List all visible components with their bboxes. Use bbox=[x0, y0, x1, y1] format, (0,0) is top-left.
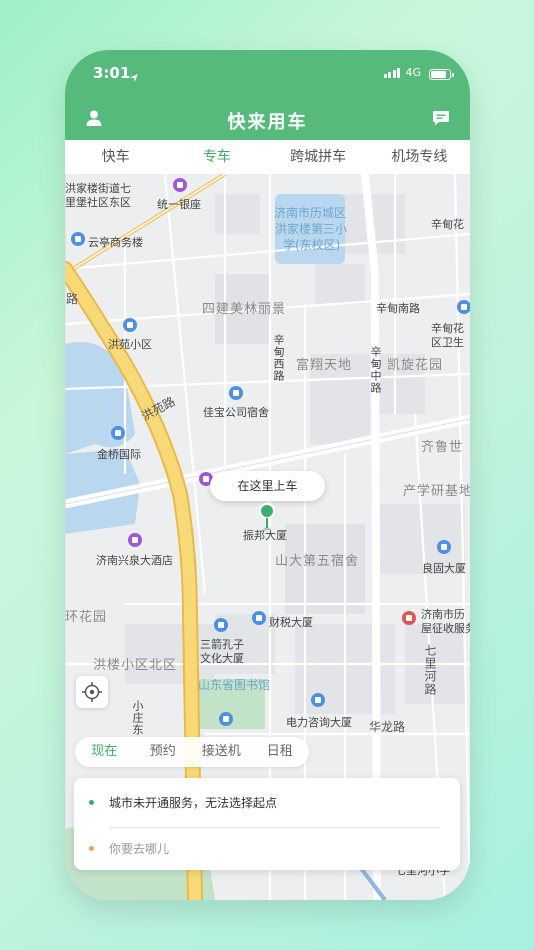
locate-icon bbox=[81, 681, 103, 703]
map-label: 济南兴泉大酒店 bbox=[96, 554, 173, 567]
poi-marker[interactable] bbox=[311, 693, 325, 707]
map-label: 电力咨询大厦 bbox=[286, 716, 352, 729]
map-label: 齐鲁世 bbox=[421, 440, 464, 455]
map-label: 财税大厦 bbox=[269, 616, 313, 629]
map-label: 辛甸南路 bbox=[376, 302, 420, 315]
map-label: 文化大厦 bbox=[200, 652, 244, 665]
phone-frame: 3:01 4G 快来用车 快车 专车 跨城拼车 机场专线 洪家楼街道七 里堡社区… bbox=[65, 50, 470, 900]
map-label: 学(东校区) bbox=[283, 238, 341, 252]
map-label: 洪楼小区北区 bbox=[93, 658, 178, 673]
tab-express[interactable]: 快车 bbox=[65, 140, 166, 174]
poi-marker[interactable] bbox=[214, 618, 228, 632]
map-label: 辛甸花 bbox=[431, 218, 464, 231]
status-time: 3:01 bbox=[93, 64, 131, 82]
poi-marker[interactable] bbox=[219, 712, 233, 726]
poi-marker[interactable] bbox=[457, 300, 470, 314]
map-label: 统一银座 bbox=[157, 198, 201, 211]
network-type: 4G bbox=[405, 66, 421, 79]
map-label: 里堡社区东区 bbox=[65, 196, 131, 209]
map-label: 凯旋花园 bbox=[387, 358, 444, 373]
map-label: 佳宝公司宿舍 bbox=[203, 406, 269, 419]
poi-marker[interactable] bbox=[229, 386, 243, 400]
map-label: 良固大厦 bbox=[422, 562, 466, 575]
map-label: 路 bbox=[66, 292, 79, 306]
map-label: 济南市历城区 bbox=[274, 206, 347, 220]
poi-marker[interactable] bbox=[71, 232, 85, 246]
tab-airport[interactable]: 机场专线 bbox=[369, 140, 470, 174]
destination-dot bbox=[89, 846, 94, 851]
poi-marker[interactable] bbox=[402, 611, 416, 625]
map-label: 洪家楼第三小 bbox=[275, 222, 348, 236]
mode-tab-daily-rental[interactable]: 日租 bbox=[251, 737, 310, 767]
map-label: 七里河路 bbox=[423, 644, 437, 696]
map-label: 屋征收服务 bbox=[421, 622, 470, 635]
mode-tab-now[interactable]: 现在 bbox=[75, 737, 134, 767]
mode-tab-reserve[interactable]: 预约 bbox=[134, 737, 193, 767]
origin-row[interactable]: 城市未开通服务，无法选择起点 bbox=[74, 780, 460, 826]
tab-intercity-carpool[interactable]: 跨城拼车 bbox=[268, 140, 369, 174]
poi-marker[interactable] bbox=[111, 426, 125, 440]
message-icon[interactable] bbox=[432, 110, 450, 131]
map-label: 辛甸中路 bbox=[369, 346, 382, 394]
service-tabs: 快车 专车 跨城拼车 机场专线 bbox=[65, 140, 470, 174]
signal-icon bbox=[383, 68, 400, 78]
map-label: 区卫生 bbox=[431, 336, 464, 349]
status-bar: 3:01 4G bbox=[65, 64, 470, 86]
map-label: 山东省图书馆 bbox=[198, 678, 271, 692]
map-label: 华龙路 bbox=[369, 720, 406, 734]
map-label: 山大第五宿舍 bbox=[275, 554, 360, 569]
map-view[interactable]: 洪家楼街道七 里堡社区东区 统一银座 济南市历城区 洪家楼第三小 学(东校区) … bbox=[65, 174, 470, 900]
pickup-pin-icon bbox=[258, 502, 276, 532]
mode-tab-airport-transfer[interactable]: 接送机 bbox=[192, 737, 251, 767]
header-background: 3:01 4G 快来用车 bbox=[65, 50, 470, 140]
poi-marker[interactable] bbox=[123, 318, 137, 332]
origin-dot bbox=[89, 800, 94, 805]
nav-bar: 快来用车 bbox=[65, 102, 470, 138]
trip-panel: 城市未开通服务，无法选择起点 你要去哪儿 bbox=[74, 778, 460, 870]
map-label: 产学研基地 bbox=[403, 484, 470, 499]
map-label: 云亭商务楼 bbox=[88, 236, 143, 249]
map-label: 洪苑小区 bbox=[108, 338, 152, 351]
location-arrow-icon bbox=[129, 68, 139, 87]
map-label: 富翔天地 bbox=[296, 358, 353, 373]
map-label: 金桥国际 bbox=[97, 448, 141, 461]
destination-row[interactable]: 你要去哪儿 bbox=[74, 826, 460, 872]
ride-mode-tabs: 现在 预约 接送机 日租 bbox=[75, 737, 309, 767]
page-title: 快来用车 bbox=[227, 112, 308, 133]
origin-text: 城市未开通服务，无法选择起点 bbox=[109, 796, 278, 810]
poi-marker[interactable] bbox=[437, 540, 451, 554]
poi-marker[interactable] bbox=[173, 178, 187, 192]
poi-marker[interactable] bbox=[252, 611, 266, 625]
battery-icon bbox=[429, 69, 454, 80]
tab-premium[interactable]: 专车 bbox=[166, 140, 267, 174]
locate-button[interactable] bbox=[76, 676, 108, 708]
map-label: 辛甸西路 bbox=[272, 334, 285, 382]
destination-placeholder: 你要去哪儿 bbox=[109, 842, 170, 856]
map-label: 小庄东 bbox=[131, 700, 144, 736]
map-label: 环花园 bbox=[65, 610, 108, 625]
map-label: 四建美林丽景 bbox=[202, 302, 287, 317]
poi-marker[interactable] bbox=[128, 533, 142, 547]
pickup-here-bubble[interactable]: 在这里上车 bbox=[210, 471, 325, 501]
